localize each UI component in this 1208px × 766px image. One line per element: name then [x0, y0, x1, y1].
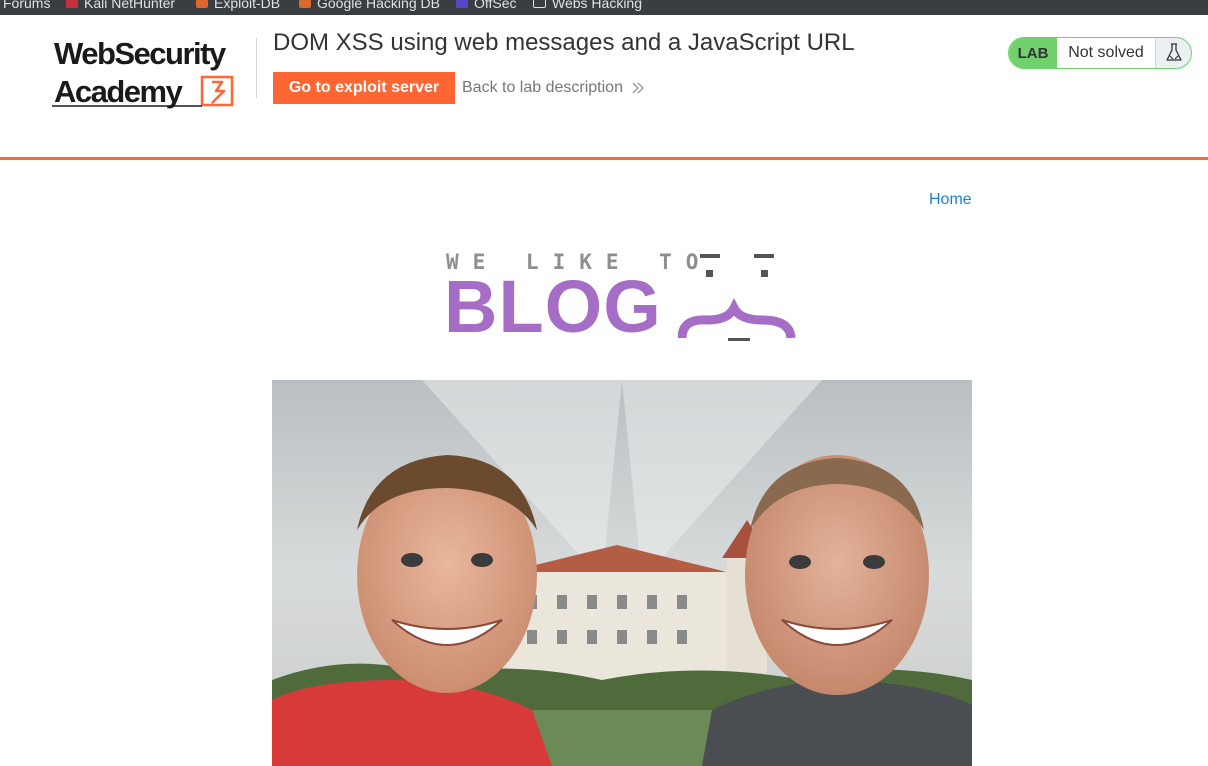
bookmark-kali-nethunter[interactable]: Kali NetHunter — [66, 0, 175, 12]
bookmark-forums[interactable]: Forums — [3, 0, 50, 12]
bookmark-exploit-db[interactable]: Exploit-DB — [196, 0, 280, 12]
folder-icon — [533, 0, 546, 8]
logo-divider — [256, 38, 257, 98]
bookmark-offsec[interactable]: OffSec — [456, 0, 517, 12]
lab-header: WebSecurity Academy DOM XSS using web me… — [0, 15, 1208, 157]
lab-status-text: Not solved — [1057, 38, 1155, 68]
go-to-exploit-server-button[interactable]: Go to exploit server — [273, 72, 455, 104]
bookmark-label: Exploit-DB — [214, 0, 281, 11]
logo-line-1: WebSecurity — [54, 37, 227, 71]
bookmark-label: Webs Hacking — [552, 0, 643, 11]
lab-title: DOM XSS using web messages and a JavaScr… — [273, 29, 855, 56]
home-link[interactable]: Home — [929, 191, 972, 209]
double-chevron-right-icon — [632, 82, 644, 94]
flask-icon — [1155, 38, 1191, 68]
blog-banner: WE LIKE TO BLOG — [444, 250, 798, 348]
banner-heading: BLOG — [444, 265, 662, 348]
logo-flask-mark-icon — [200, 75, 234, 107]
bookmark-label: Forums — [3, 0, 51, 11]
ghdb-icon — [299, 0, 311, 8]
bookmarks-bar: Forums Kali NetHunter Exploit-DB Google … — [0, 0, 1208, 15]
bookmark-label: Google Hacking DB — [317, 0, 440, 11]
smiley-face-icon — [678, 254, 796, 341]
exploit-db-icon — [196, 0, 208, 8]
logo-line-2: Academy — [54, 74, 184, 109]
header-divider — [0, 157, 1208, 160]
back-to-lab-description-link[interactable]: Back to lab description — [462, 79, 645, 97]
bookmark-label: Kali NetHunter — [84, 0, 176, 11]
blog-hero-image — [272, 380, 972, 766]
bookmark-label: OffSec — [474, 0, 517, 11]
web-security-academy-logo[interactable]: WebSecurity Academy — [52, 36, 256, 109]
offsec-icon — [456, 0, 468, 8]
kali-dragon-icon — [66, 0, 78, 8]
lab-status-widget: LAB Not solved — [1008, 37, 1192, 69]
bookmark-google-hacking-db[interactable]: Google Hacking DB — [299, 0, 440, 12]
lab-badge: LAB — [1009, 38, 1057, 68]
back-link-label: Back to lab description — [462, 79, 623, 96]
bookmark-folder-webs-hacking[interactable]: Webs Hacking — [533, 0, 642, 12]
